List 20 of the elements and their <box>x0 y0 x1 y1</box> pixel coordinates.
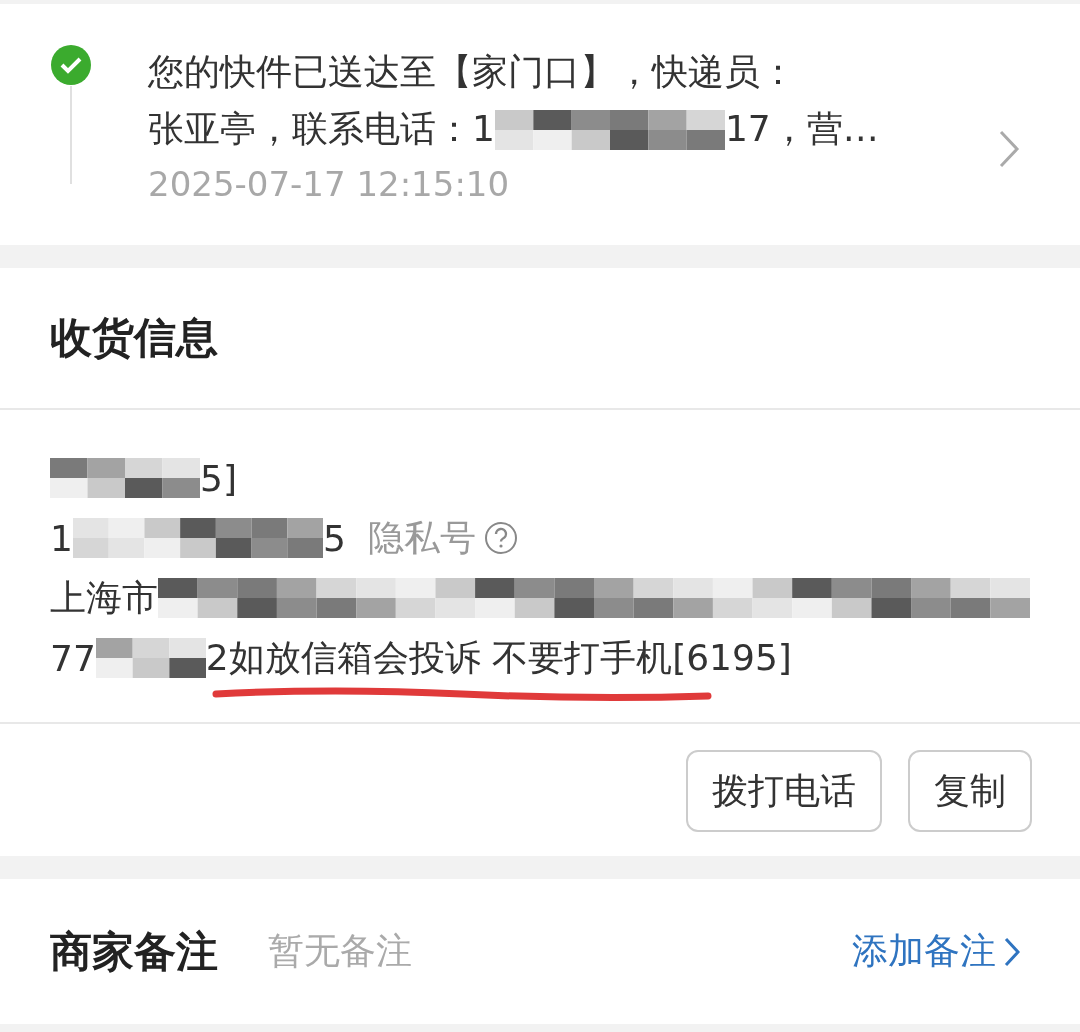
text-line: 上海市 <box>50 575 158 620</box>
text-line: 5] <box>200 457 237 499</box>
text-line: 17，营… <box>724 107 879 151</box>
text-line: 您的快件已送达至【家门口】，快递员： <box>148 50 796 94</box>
chevron-right-icon <box>1004 936 1020 967</box>
note-label: 商家备注 <box>50 925 218 978</box>
text-line: 张亚亭，联系电话：1 <box>148 107 495 151</box>
text-line: 1 <box>50 517 73 559</box>
chevron-right-icon[interactable] <box>998 129 1020 169</box>
action-button[interactable]: 拨打电话 <box>686 750 882 832</box>
privacy-label: 隐私号 <box>367 515 476 560</box>
note-value: 暂无备注 <box>268 929 413 973</box>
text-line: 5 <box>322 517 346 559</box>
text-line: 77 <box>50 637 96 679</box>
action-button[interactable]: 复制 <box>908 750 1032 832</box>
help-icon[interactable] <box>483 521 518 555</box>
text-line: 2如放信箱会投诉 不要打手机[6195] <box>205 633 792 683</box>
add-note-link[interactable]: 添加备注 <box>852 927 1020 976</box>
timestamp: 2025-07-17 12:15:10 <box>148 164 511 204</box>
section-title: 收货信息 <box>50 312 218 364</box>
